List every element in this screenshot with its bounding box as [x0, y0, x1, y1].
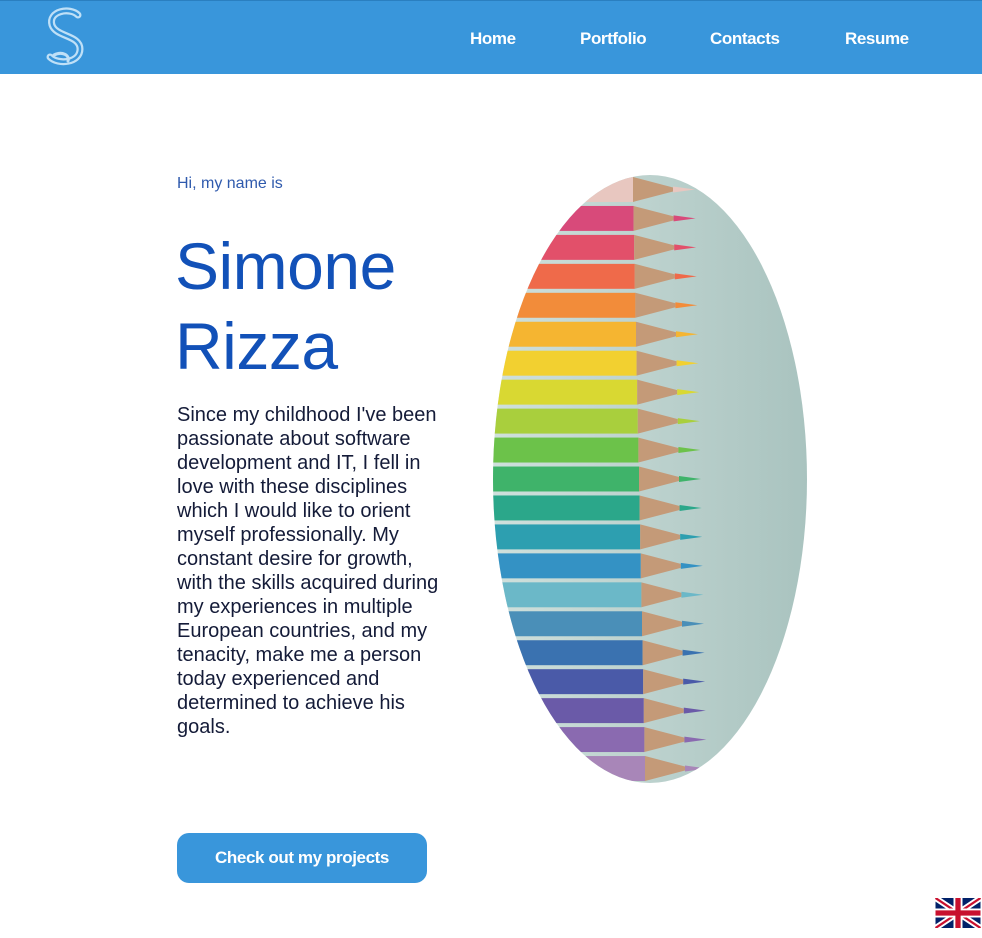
projects-cta-button[interactable]: Check out my projects: [177, 833, 427, 883]
pencil-body: [493, 756, 645, 781]
bio-text: Since my childhood I've been passionate …: [177, 404, 439, 738]
colored-pencils-photo: [493, 175, 807, 783]
uk-flag-icon[interactable]: [933, 895, 982, 931]
pencil-body: [493, 321, 636, 347]
pencil-body: [493, 669, 644, 695]
top-navbar: Home Portfolio Contacts Resume: [0, 0, 982, 74]
pencil-body: [493, 177, 633, 202]
pencil-body: [493, 553, 641, 579]
nav-portfolio-link[interactable]: Portfolio: [580, 29, 647, 49]
pencil-body: [493, 437, 639, 463]
pencil-body: [493, 205, 634, 231]
pencil-body: [493, 379, 638, 405]
pencil-body: [493, 611, 642, 637]
hero-name: Simone Rizza: [175, 226, 495, 386]
s-logo-icon[interactable]: [40, 5, 92, 69]
pencil-body: [493, 466, 639, 492]
pencil-body: [493, 292, 636, 318]
pencil-body: [493, 582, 642, 608]
nav-home-link[interactable]: Home: [470, 29, 516, 49]
pencil-body: [493, 234, 635, 260]
last-name: Rizza: [175, 309, 338, 383]
pencil-body: [493, 263, 635, 289]
pencil-body: [493, 350, 637, 376]
nav-resume-link[interactable]: Resume: [845, 29, 909, 49]
pencil-body: [493, 640, 643, 666]
pencil-body: [493, 524, 641, 550]
pencil-body: [493, 698, 644, 724]
pencil-body: [493, 408, 638, 434]
pencil-body: [493, 495, 640, 521]
first-name: Simone: [175, 229, 396, 303]
greeting-text: Hi, my name is: [177, 175, 283, 192]
pencil-body: [493, 727, 645, 753]
nav-contacts-link[interactable]: Contacts: [710, 29, 780, 49]
